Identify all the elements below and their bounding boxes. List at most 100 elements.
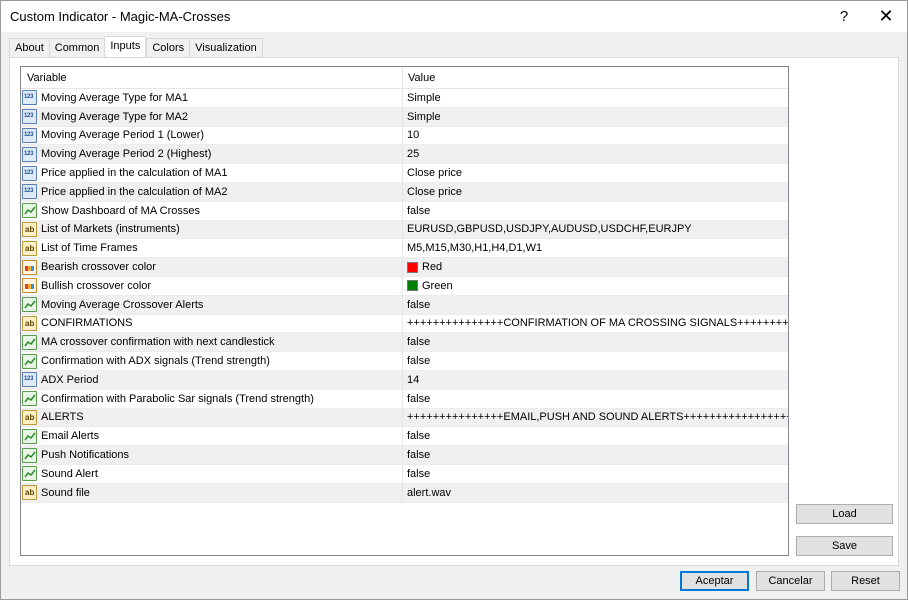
value-cell[interactable]: Green — [403, 280, 788, 292]
variable-label: Confirmation with Parabolic Sar signals … — [41, 392, 314, 405]
value-cell[interactable]: EURUSD,GBPUSD,USDJPY,AUDUSD,USDCHF,EURJP… — [403, 223, 788, 235]
table-row[interactable]: Moving Average Period 2 (Highest) 25 — [21, 145, 788, 165]
boolean-icon — [22, 203, 37, 219]
tab-strip: About Common Inputs Colors Visualization — [9, 36, 263, 57]
number-icon — [22, 184, 37, 200]
column-header-value[interactable]: Value — [403, 67, 435, 89]
table-row[interactable]: Price applied in the calculation of MA2 C… — [21, 182, 788, 202]
table-row[interactable]: Email Alerts false — [21, 427, 788, 447]
tab-colors[interactable]: Colors — [146, 38, 190, 57]
grid-body: Moving Average Type for MA1SimpleMoving … — [21, 89, 788, 503]
variable-cell: Confirmation with Parabolic Sar signals … — [21, 389, 403, 408]
value-text: Red — [422, 261, 443, 274]
value-cell[interactable]: false — [403, 430, 788, 442]
table-row[interactable]: Confirmation with ADX signals (Trend str… — [21, 352, 788, 371]
variable-cell: Show Dashboard of MA Crosses — [21, 201, 403, 220]
value-text: Close price — [407, 167, 463, 180]
table-row[interactable]: Moving Average Crossover Alerts false — [21, 295, 788, 315]
value-text: 14 — [407, 373, 420, 386]
tab-about[interactable]: About — [9, 38, 49, 57]
table-row[interactable]: CONFIRMATIONS +++++++++++++++CONFIRMATION… — [21, 314, 788, 334]
value-cell[interactable]: false — [403, 468, 788, 480]
value-cell[interactable]: Close price — [403, 186, 788, 198]
table-row[interactable]: Sound Alert false — [21, 464, 788, 484]
value-cell[interactable]: 25 — [403, 148, 788, 160]
table-row[interactable]: Sound file alert.wav — [21, 483, 788, 503]
value-cell[interactable]: +++++++++++++++EMAIL,PUSH AND SOUND ALER… — [403, 411, 788, 423]
value-cell[interactable]: false — [403, 393, 788, 405]
variable-label: Moving Average Period 2 (Highest) — [41, 148, 212, 161]
variable-label: Price applied in the calculation of MA2 — [41, 185, 228, 198]
value-cell[interactable]: false — [403, 449, 788, 461]
table-row[interactable]: Show Dashboard of MA Crosses false — [21, 201, 788, 221]
string-icon — [22, 240, 37, 256]
table-row[interactable]: List of Time Frames M5,M15,M30,H1,H4,D1,W… — [21, 239, 788, 259]
table-row[interactable]: Moving Average Type for MA2 Simple — [21, 107, 788, 127]
table-row[interactable]: ADX Period 14 — [21, 370, 788, 390]
table-row[interactable]: Moving Average Type for MA1 Simple — [21, 89, 788, 108]
value-cell[interactable]: Simple — [403, 111, 788, 123]
variable-cell: ALERTS — [21, 408, 403, 427]
close-button[interactable]: ✕ — [863, 1, 908, 32]
value-cell[interactable]: Close price — [403, 167, 788, 179]
value-cell[interactable]: 14 — [403, 374, 788, 386]
boolean-icon — [22, 353, 37, 369]
cancel-button[interactable]: Cancelar — [756, 571, 825, 591]
table-row[interactable]: Price applied in the calculation of MA1 C… — [21, 164, 788, 183]
value-cell[interactable]: false — [403, 336, 788, 348]
save-button[interactable]: Save — [796, 536, 893, 556]
variable-cell: Moving Average Type for MA1 — [21, 89, 403, 107]
variable-label: Email Alerts — [41, 430, 100, 443]
value-cell[interactable]: 10 — [403, 129, 788, 141]
value-cell[interactable]: false — [403, 299, 788, 311]
table-row[interactable]: ALERTS +++++++++++++++EMAIL,PUSH AND SOUN… — [21, 408, 788, 428]
variable-cell: List of Time Frames — [21, 239, 403, 258]
variable-label: Sound Alert — [41, 467, 98, 480]
color-swatch — [407, 261, 418, 273]
value-cell[interactable]: Red — [403, 261, 788, 273]
variable-cell: Bearish crossover color — [21, 258, 403, 276]
variable-label: List of Markets (instruments) — [41, 223, 180, 236]
window-title: Custom Indicator - Magic-MA-Crosses — [10, 9, 231, 24]
boolean-icon — [22, 447, 37, 463]
value-cell[interactable]: M5,M15,M30,H1,H4,D1,W1 — [403, 242, 788, 254]
string-icon — [22, 315, 37, 331]
variable-cell: Push Notifications — [21, 446, 403, 464]
tab-visualization[interactable]: Visualization — [189, 38, 263, 57]
reset-button[interactable]: Reset — [831, 571, 900, 591]
number-icon — [22, 146, 37, 162]
variable-cell: Moving Average Period 2 (Highest) — [21, 145, 403, 164]
table-row[interactable]: Bullish crossover color Green — [21, 276, 788, 296]
table-row[interactable]: Push Notifications false — [21, 446, 788, 465]
tab-inputs[interactable]: Inputs — [104, 36, 147, 57]
variable-label: Moving Average Type for MA2 — [41, 110, 188, 123]
value-text: false — [407, 336, 431, 349]
help-button[interactable]: ? — [821, 1, 867, 32]
variable-label: Moving Average Type for MA1 — [41, 91, 188, 104]
table-row[interactable]: Bearish crossover color Red — [21, 258, 788, 277]
load-button[interactable]: Load — [796, 504, 893, 524]
table-row[interactable]: Moving Average Period 1 (Lower) 10 — [21, 126, 788, 146]
table-row[interactable]: List of Markets (instruments) EURUSD,GBPU… — [21, 220, 788, 240]
variable-cell: Sound file — [21, 483, 403, 502]
column-header-variable[interactable]: Variable — [21, 67, 403, 89]
value-text: Green — [422, 279, 453, 292]
variable-label: Confirmation with ADX signals (Trend str… — [41, 355, 270, 368]
value-cell[interactable]: false — [403, 205, 788, 217]
value-cell[interactable]: Simple — [403, 92, 788, 104]
value-cell[interactable]: false — [403, 355, 788, 367]
value-cell[interactable]: +++++++++++++++CONFIRMATION OF MA CROSSI… — [403, 317, 788, 329]
string-icon — [22, 409, 37, 425]
value-text: false — [407, 430, 431, 443]
tab-common[interactable]: Common — [48, 38, 105, 57]
boolean-icon — [22, 428, 37, 444]
table-row[interactable]: Confirmation with Parabolic Sar signals … — [21, 389, 788, 409]
table-row[interactable]: MA crossover confirmation with next cand… — [21, 333, 788, 353]
string-icon — [22, 221, 37, 237]
color-swatch — [407, 280, 418, 292]
value-text: Simple — [407, 110, 441, 123]
value-cell[interactable]: alert.wav — [403, 487, 788, 499]
accept-button[interactable]: Aceptar — [680, 571, 749, 591]
number-icon — [22, 90, 37, 106]
variable-cell: List of Markets (instruments) — [21, 220, 403, 239]
